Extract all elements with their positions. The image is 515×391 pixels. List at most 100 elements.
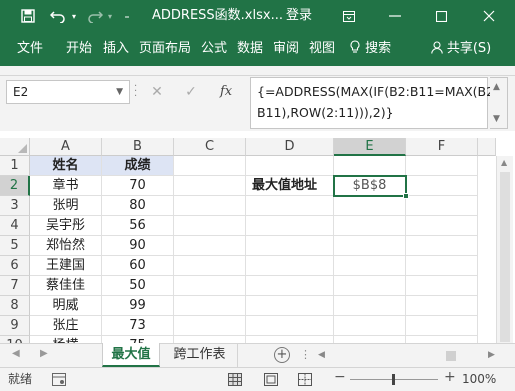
scroll-up-arrow-icon[interactable]: ▲ xyxy=(501,158,507,167)
cell-c10[interactable] xyxy=(174,336,246,343)
cell-c3[interactable] xyxy=(174,196,246,216)
tab-home[interactable]: 开始 xyxy=(58,32,100,66)
tab-review[interactable]: 审阅 xyxy=(270,32,302,66)
macro-record-icon[interactable] xyxy=(52,373,66,386)
cell-e4[interactable] xyxy=(334,216,406,236)
scroll-right-icon[interactable]: ▶ xyxy=(488,350,495,360)
more-options-icon[interactable]: ⋮ xyxy=(300,348,311,361)
row-header-4[interactable]: 4 xyxy=(0,216,30,236)
horizontal-scrollbar[interactable]: ◀ ▶ xyxy=(316,349,495,363)
tab-formulas[interactable]: 公式 xyxy=(198,32,230,66)
sheet-tab-cross[interactable]: 跨工作表 xyxy=(162,343,238,367)
cell-c4[interactable] xyxy=(174,216,246,236)
page-break-preview-icon[interactable] xyxy=(298,373,312,386)
fill-handle[interactable] xyxy=(403,193,409,199)
cell-e5[interactable] xyxy=(334,236,406,256)
cell-b6[interactable]: 60 xyxy=(102,256,174,276)
cell-b2[interactable]: 70 xyxy=(102,176,174,196)
minimize-icon[interactable] xyxy=(380,0,410,32)
cell-d9[interactable] xyxy=(246,316,334,336)
zoom-in-button[interactable]: + xyxy=(444,369,456,385)
cell-e8[interactable] xyxy=(334,296,406,316)
cell-b8[interactable]: 99 xyxy=(102,296,174,316)
name-box[interactable]: E2 ▼ xyxy=(6,80,130,104)
enter-formula-icon[interactable]: ✓ xyxy=(180,80,202,104)
vertical-scrollbar[interactable]: ▲ xyxy=(496,156,513,343)
row-header-2[interactable]: 2 xyxy=(0,176,30,196)
save-icon[interactable] xyxy=(16,0,40,32)
cell-a6[interactable]: 王建国 xyxy=(30,256,102,276)
ribbon-options-icon[interactable] xyxy=(334,0,364,32)
redo-icon[interactable] xyxy=(84,0,106,32)
cell-a5[interactable]: 郑怡然 xyxy=(30,236,102,256)
cell-d7[interactable] xyxy=(246,276,334,296)
row-header-8[interactable]: 8 xyxy=(0,296,30,316)
undo-dropdown-icon[interactable]: ▾ xyxy=(68,0,80,32)
cell-a8[interactable]: 明威 xyxy=(30,296,102,316)
worksheet-grid[interactable]: A B C D E F 1 2 3 4 5 6 7 8 9 10 姓名 成绩 章… xyxy=(0,138,515,343)
vertical-scroll-thumb[interactable] xyxy=(500,172,510,342)
cell-c8[interactable] xyxy=(174,296,246,316)
tab-view[interactable]: 视图 xyxy=(306,32,338,66)
cell-f5[interactable] xyxy=(406,236,478,256)
customize-toolbar-icon[interactable]: ₌ xyxy=(120,0,134,32)
tab-insert[interactable]: 插入 xyxy=(100,32,132,66)
cell-d5[interactable] xyxy=(246,236,334,256)
zoom-out-button[interactable]: − xyxy=(334,369,346,385)
cell-a3[interactable]: 张明 xyxy=(30,196,102,216)
column-header-d[interactable]: D xyxy=(246,138,334,156)
cell-a9[interactable]: 张庄 xyxy=(30,316,102,336)
tab-page-layout[interactable]: 页面布局 xyxy=(134,32,196,66)
cell-c7[interactable] xyxy=(174,276,246,296)
cell-f1[interactable] xyxy=(406,156,478,176)
sheet-tab-max[interactable]: 最大值 xyxy=(102,343,160,367)
row-header-3[interactable]: 3 xyxy=(0,196,30,216)
expand-formula-icon[interactable]: ▼ xyxy=(493,114,500,124)
cell-e6[interactable] xyxy=(334,256,406,276)
tab-data[interactable]: 数据 xyxy=(234,32,266,66)
cell-b5[interactable]: 90 xyxy=(102,236,174,256)
column-header-a[interactable]: A xyxy=(30,138,102,156)
cell-a10[interactable]: 杨横 xyxy=(30,336,102,343)
cell-d8[interactable] xyxy=(246,296,334,316)
select-all-corner[interactable] xyxy=(0,138,30,156)
add-sheet-icon[interactable]: + xyxy=(274,347,290,363)
next-sheet-icon[interactable]: ▶ xyxy=(40,348,48,359)
cell-a2[interactable]: 章书 xyxy=(30,176,102,196)
cell-f6[interactable] xyxy=(406,256,478,276)
cell-e10[interactable] xyxy=(334,336,406,343)
cell-f2[interactable] xyxy=(406,176,478,196)
maximize-icon[interactable] xyxy=(426,0,456,32)
row-header-7[interactable]: 7 xyxy=(0,276,30,296)
cell-d4[interactable] xyxy=(246,216,334,236)
cell-e3[interactable] xyxy=(334,196,406,216)
row-header-10[interactable]: 10 xyxy=(0,336,30,343)
cell-f3[interactable] xyxy=(406,196,478,216)
cell-a4[interactable]: 吴宇彤 xyxy=(30,216,102,236)
cell-d10[interactable] xyxy=(246,336,334,343)
column-header-g-partial[interactable] xyxy=(478,138,496,156)
cell-c2[interactable] xyxy=(174,176,246,196)
name-box-dropdown-icon[interactable]: ▼ xyxy=(116,81,123,103)
cell-b1[interactable]: 成绩 xyxy=(102,156,174,176)
formula-bar-grip-icon[interactable]: · · · xyxy=(134,82,140,102)
tab-file[interactable]: 文件 xyxy=(10,32,50,66)
cell-e7[interactable] xyxy=(334,276,406,296)
cell-a7[interactable]: 蔡佳佳 xyxy=(30,276,102,296)
cell-b3[interactable]: 80 xyxy=(102,196,174,216)
cell-e1[interactable] xyxy=(334,156,406,176)
scroll-up-icon[interactable]: ▲ xyxy=(493,82,500,92)
cell-c5[interactable] xyxy=(174,236,246,256)
cell-e9[interactable] xyxy=(334,316,406,336)
zoom-level[interactable]: 100% xyxy=(462,368,496,391)
formula-bar-scroll[interactable]: ▲ ▼ xyxy=(490,77,508,129)
cell-f8[interactable] xyxy=(406,296,478,316)
column-header-e[interactable]: E xyxy=(334,138,406,156)
login-link[interactable]: 登录 xyxy=(286,0,312,32)
cell-b4[interactable]: 56 xyxy=(102,216,174,236)
cell-d2[interactable]: 最大值地址 xyxy=(246,176,334,196)
row-header-1[interactable]: 1 xyxy=(0,156,30,176)
cancel-formula-icon[interactable]: ✕ xyxy=(146,80,168,104)
normal-view-icon[interactable] xyxy=(228,373,242,386)
cell-d6[interactable] xyxy=(246,256,334,276)
